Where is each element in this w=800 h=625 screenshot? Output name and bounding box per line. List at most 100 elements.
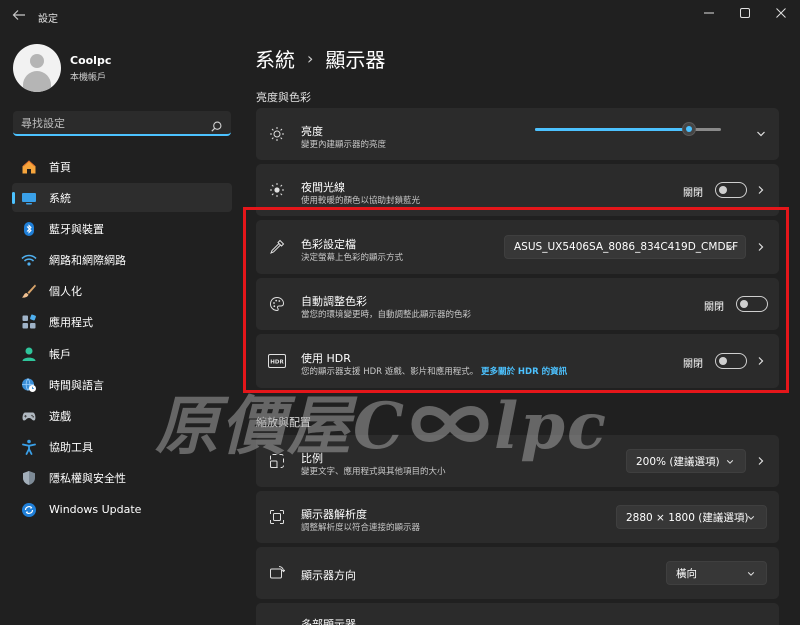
hdr-card[interactable]: HDR 使用 HDR 您的顯示器支援 HDR 遊戲、影片和應用程式。 更多關於 … [256,334,779,388]
palette-icon [268,295,286,313]
chevron-right-icon[interactable] [756,456,766,466]
color-profile-card[interactable]: 色彩設定檔 決定螢幕上色彩的顯示方式 ASUS_UX5406SA_8086_83… [256,220,779,274]
scale-card[interactable]: 比例 變更文字、應用程式與其他項目的大小 200% (建議選項) [256,435,779,487]
sidebar-item-privacy[interactable]: 隱私權與安全性 [12,464,232,493]
hdr-icon: HDR [268,352,286,370]
back-arrow-icon[interactable] [12,8,28,24]
globe-clock-icon [20,376,38,394]
night-light-toggle[interactable] [715,182,747,198]
chevron-right-icon[interactable] [756,185,766,195]
eyedropper-icon [268,238,286,256]
sidebar-nav: 首頁 系統 藍牙與裝置 網路和網際網路 個人化 應用程式 帳戶 時間與語言 遊戲… [12,152,232,526]
chevron-down-icon [726,460,734,464]
orientation-dropdown[interactable]: 橫向 [666,561,767,585]
brightness-slider[interactable] [535,122,721,136]
brightness-slider-fill [535,128,690,131]
sidebar-item-label: 系統 [49,191,71,205]
scale-dropdown[interactable]: 200% (建議選項) [626,449,746,473]
setting-title: 顯示器方向 [301,569,356,582]
user-profile[interactable]: Coolpc 本機帳戶 [13,44,111,92]
bluetooth-icon [20,220,38,238]
setting-subtitle: 調整解析度以符合連接的顯示器 [301,523,421,533]
dropdown-value: 200% (建議選項) [636,455,720,468]
color-profile-dropdown[interactable]: ASUS_UX5406SA_8086_834C419D_CMDEF [504,235,746,259]
dropdown-value: 2880 × 1800 (建議選項) [626,511,749,524]
account-type: 本機帳戶 [70,72,107,83]
toggle-state-label: 關閉 [683,359,703,370]
orientation-card[interactable]: 顯示器方向 橫向 [256,547,779,599]
setting-title: 使用 HDR [301,352,351,365]
sidebar-item-label: 首頁 [49,160,71,174]
brightness-card[interactable]: 亮度 變更內建顯示器的亮度 [256,108,779,160]
setting-title: 色彩設定檔 [301,238,356,251]
search-icon[interactable] [211,117,222,136]
toggle-state-label: 關閉 [683,188,703,199]
sidebar-item-network[interactable]: 網路和網際網路 [12,246,232,275]
setting-title: 多部顯示器 [301,618,356,625]
setting-subtitle: 變更文字、應用程式與其他項目的大小 [301,467,446,477]
setting-subtitle: 使用較暖的顏色以協助封鎖藍光 [301,196,421,206]
close-button[interactable] [762,0,800,26]
chevron-right-icon[interactable] [756,356,766,366]
setting-title: 顯示器解析度 [301,508,367,521]
sidebar-item-label: 藍牙與裝置 [49,222,104,236]
chevron-right-icon[interactable] [756,242,766,252]
sidebar-item-bluetooth[interactable]: 藍牙與裝置 [12,214,232,243]
toggle-state-label: 關閉 [704,302,724,313]
user-name: Coolpc [70,53,112,67]
resolution-dropdown[interactable]: 2880 × 1800 (建議選項) [616,505,767,529]
sidebar-item-windows-update[interactable]: Windows Update [12,495,232,524]
svg-text:HDR: HDR [270,360,284,366]
person-icon [20,345,38,363]
hdr-toggle[interactable] [715,353,747,369]
update-icon [20,501,38,519]
apps-icon [20,313,38,331]
breadcrumb: 系統 › 顯示器 [255,44,385,73]
chevron-down-icon [747,516,755,520]
minimize-button[interactable] [690,0,728,26]
sidebar-item-time-language[interactable]: 時間與語言 [12,370,232,399]
sidebar-item-label: Windows Update [49,503,142,517]
sidebar-item-label: 隱私權與安全性 [49,472,126,486]
chevron-down-icon [747,572,755,576]
brightness-slider-thumb[interactable] [682,122,697,136]
setting-subtitle: 決定螢幕上色彩的顯示方式 [301,253,404,263]
sidebar-item-personalization[interactable]: 個人化 [12,277,232,306]
sidebar-item-label: 應用程式 [49,316,93,330]
sidebar-item-gaming[interactable]: 遊戲 [12,402,232,431]
sidebar-item-label: 網路和網際網路 [49,254,126,268]
sidebar-item-accessibility[interactable]: 協助工具 [12,433,232,462]
sidebar-item-label: 時間與語言 [49,378,104,392]
window-title: 設定 [38,14,58,25]
maximize-button[interactable] [726,0,764,26]
sidebar-item-home[interactable]: 首頁 [12,152,232,181]
search-box[interactable] [13,111,231,136]
auto-color-toggle[interactable] [736,296,768,312]
shield-icon [20,469,38,487]
page-title: 顯示器 [325,48,386,72]
chevron-down-icon [726,246,734,250]
sidebar-item-accounts[interactable]: 帳戶 [12,339,232,368]
orientation-icon [268,564,286,582]
multiple-displays-card[interactable]: 多部顯示器 [256,603,779,625]
setting-subtitle: 變更內建顯示器的亮度 [301,140,387,150]
breadcrumb-parent[interactable]: 系統 [255,44,295,73]
sidebar-item-system[interactable]: 系統 [12,183,232,213]
avatar [13,44,61,92]
sidebar-item-label: 遊戲 [49,410,71,423]
system-display-icon [20,189,38,207]
wifi-icon [20,251,38,269]
night-light-sun-icon [268,181,286,199]
search-input[interactable] [21,114,201,132]
chevron-down-icon[interactable] [756,129,766,139]
auto-color-card[interactable]: 自動調整色彩 當您的環境變更時，自動調整此顯示器的色彩 關閉 [256,278,779,330]
resolution-card[interactable]: 顯示器解析度 調整解析度以符合連接的顯示器 2880 × 1800 (建議選項) [256,491,779,543]
hdr-info-link[interactable]: 更多關於 HDR 的資訊 [481,367,567,377]
sidebar-item-apps[interactable]: 應用程式 [12,308,232,337]
gamepad-icon [20,407,38,425]
night-light-card[interactable]: 夜間光線 使用較暖的顏色以協助封鎖藍光 關閉 [256,164,779,216]
sidebar-item-label: 帳戶 [49,347,71,361]
section-title-scale-layout: 縮放與配置 [256,416,311,429]
home-icon [20,158,38,176]
scale-icon [268,452,286,470]
